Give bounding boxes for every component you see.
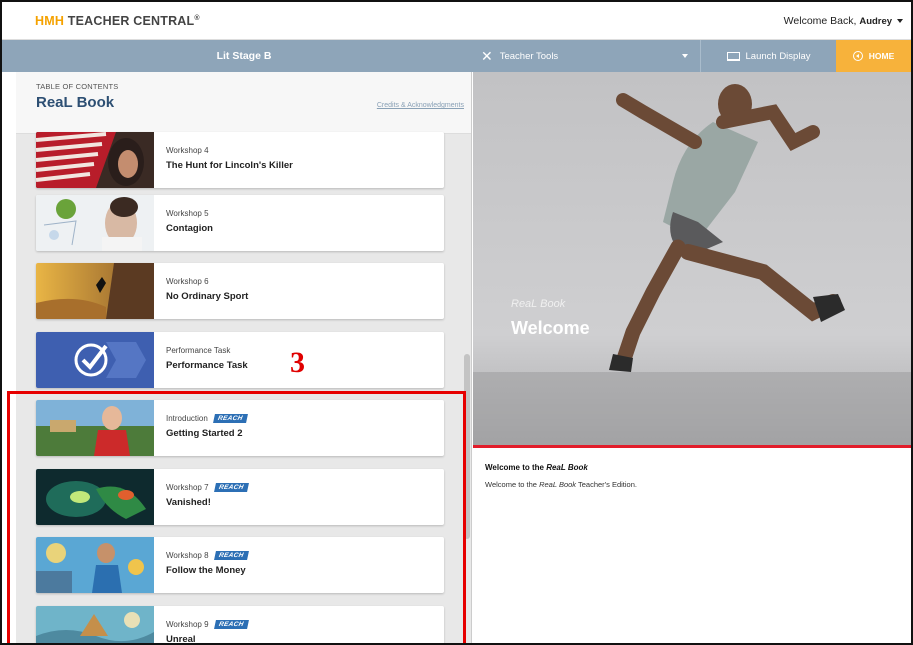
toc-item-subtitle: Workshop 6 bbox=[166, 277, 209, 286]
thumbnail-follow-the-money bbox=[36, 537, 154, 593]
hero-title: Welcome bbox=[511, 318, 590, 338]
toc-item-title: Vanished! bbox=[166, 497, 211, 508]
thumbnail-performance-task bbox=[36, 332, 154, 388]
scrollbar-thumb[interactable] bbox=[464, 354, 470, 539]
hero-accent-line bbox=[473, 445, 911, 448]
launch-display-label: Launch Display bbox=[745, 50, 811, 62]
intro-title: Welcome to the ReaL Book bbox=[485, 463, 588, 472]
toc-item-subtitle: Workshop 5 bbox=[166, 209, 209, 218]
thumbnail-vanished bbox=[36, 469, 154, 525]
toc-item-subtitle: Workshop 9 REACH bbox=[166, 620, 249, 629]
hero-image-runner bbox=[473, 72, 911, 448]
nav-bar: Lit Stage B ✕ Teacher Tools Launch Displ… bbox=[2, 40, 911, 72]
thumbnail-unreal bbox=[36, 606, 154, 643]
toc-item-title: Getting Started 2 bbox=[166, 428, 243, 439]
hero-subtitle: ReaL Book bbox=[511, 298, 566, 310]
hero-banner: ReaL Book Welcome bbox=[473, 72, 911, 448]
credits-link[interactable]: Credits & Acknowledgments bbox=[377, 102, 464, 109]
toc-item-subtitle: Workshop 8 REACH bbox=[166, 551, 249, 560]
toc-section-label: TABLE OF CONTENTS bbox=[36, 82, 119, 91]
annotation-number: 3 bbox=[290, 346, 305, 379]
welcome-text: Welcome Back, bbox=[783, 15, 860, 27]
app-window: HMH TEACHER CENTRAL® Welcome Back, Audre… bbox=[0, 0, 913, 645]
toc-panel: TABLE OF CONTENTS ReaL Book Credits & Ac… bbox=[16, 72, 472, 645]
thumbnail-contagion bbox=[36, 195, 154, 251]
toc-item-introduction[interactable]: Introduction REACH Getting Started 2 bbox=[36, 400, 444, 456]
brand-name: TEACHER CENTRAL bbox=[67, 14, 195, 28]
teacher-tools-label: Teacher Tools bbox=[499, 50, 559, 62]
home-circle-icon bbox=[852, 51, 863, 61]
toc-item-workshop-7[interactable]: Workshop 7 REACH Vanished! bbox=[36, 469, 444, 525]
toc-item-title: Unreal bbox=[166, 634, 196, 645]
toc-header: TABLE OF CONTENTS ReaL Book Credits & Ac… bbox=[16, 72, 471, 134]
reach-badge: REACH bbox=[213, 551, 249, 560]
toc-item-title: No Ordinary Sport bbox=[166, 291, 249, 302]
user-name: Audrey bbox=[859, 16, 893, 27]
toc-item-workshop-5[interactable]: Workshop 5 Contagion bbox=[36, 195, 444, 251]
user-menu[interactable]: Welcome Back, Audrey bbox=[784, 15, 903, 27]
brand-trademark: ® bbox=[194, 14, 200, 22]
thumbnail-getting-started bbox=[36, 400, 154, 456]
toc-item-subtitle: Performance Task bbox=[166, 346, 231, 355]
thumbnail-climber bbox=[36, 263, 154, 319]
toc-item-title: Contagion bbox=[166, 223, 213, 234]
tools-icon: ✕ bbox=[481, 48, 493, 64]
chevron-down-icon bbox=[682, 54, 688, 58]
brand-logo[interactable]: HMH TEACHER CENTRAL® bbox=[35, 14, 200, 28]
reach-badge: REACH bbox=[213, 620, 249, 629]
toc-item-workshop-8[interactable]: Workshop 8 REACH Follow the Money bbox=[36, 537, 444, 593]
reach-badge: REACH bbox=[213, 483, 249, 492]
reach-badge: REACH bbox=[212, 414, 248, 423]
home-label: HOME bbox=[868, 51, 895, 61]
teacher-tools-dropdown[interactable]: ✕ Teacher Tools bbox=[473, 40, 701, 72]
brand-hmh: HMH bbox=[35, 14, 65, 28]
toc-item-subtitle: Introduction REACH bbox=[166, 414, 248, 423]
content-panel: ReaL Book Welcome Welcome to the ReaL Bo… bbox=[473, 72, 911, 643]
toc-book-title: ReaL Book bbox=[36, 94, 115, 111]
home-button[interactable]: HOME bbox=[836, 40, 911, 72]
toc-item-title: The Hunt for Lincoln's Killer bbox=[166, 160, 293, 171]
launch-display-button[interactable]: Launch Display bbox=[702, 40, 835, 72]
toc-scrollbar[interactable] bbox=[464, 134, 470, 643]
toc-item-title: Follow the Money bbox=[166, 565, 246, 576]
top-bar: HMH TEACHER CENTRAL® Welcome Back, Audre… bbox=[2, 2, 911, 40]
chevron-down-icon bbox=[897, 19, 903, 24]
toc-item-performance-task[interactable]: Performance Task Performance Task bbox=[36, 332, 444, 388]
toc-item-subtitle: Workshop 4 bbox=[166, 146, 209, 155]
toc-item-workshop-6[interactable]: Workshop 6 No Ordinary Sport bbox=[36, 263, 444, 319]
thumbnail-lincoln bbox=[36, 132, 154, 188]
intro-text: Welcome to the ReaL Book Teacher's Editi… bbox=[485, 480, 637, 489]
toc-item-workshop-9[interactable]: Workshop 9 REACH Unreal bbox=[36, 606, 444, 645]
toc-item-workshop-4[interactable]: Workshop 4 The Hunt for Lincoln's Killer bbox=[36, 132, 444, 188]
toc-item-subtitle: Workshop 7 REACH bbox=[166, 483, 249, 492]
toc-item-title: Performance Task bbox=[166, 360, 248, 371]
monitor-icon bbox=[726, 51, 740, 61]
stage-title: Lit Stage B bbox=[216, 50, 272, 62]
